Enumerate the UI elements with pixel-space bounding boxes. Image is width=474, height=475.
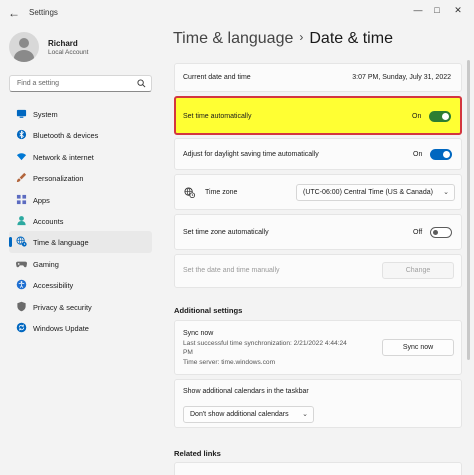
search-icon	[137, 79, 146, 88]
change-button[interactable]: Change	[382, 262, 454, 279]
set-time-manually-label: Set the date and time manually	[183, 267, 280, 274]
time-zone-value: (UTC-06:00) Central Time (US & Canada)	[303, 189, 433, 196]
search-input[interactable]: Find a setting	[9, 75, 152, 92]
avatar	[9, 32, 39, 62]
sync-icon	[16, 322, 27, 333]
sync-now-card: Sync now Last successful time synchroniz…	[174, 320, 462, 375]
time-zone-row: Time zone (UTC-06:00) Central Time (US &…	[174, 174, 462, 210]
sidebar-item-privacy-security[interactable]: Privacy & security	[9, 296, 152, 317]
globe-clock-icon	[16, 236, 27, 247]
breadcrumb-separator: ›	[299, 30, 304, 44]
minimize-icon[interactable]: —	[408, 3, 428, 17]
time-server: Time server: time.windows.com	[183, 359, 276, 366]
breadcrumb-parent[interactable]: Time & language	[173, 30, 293, 47]
sidebar-item-time-language[interactable]: Time & language	[9, 231, 152, 253]
time-zone-automatically-row[interactable]: Set time zone automatically Off	[174, 214, 462, 250]
additional-calendars-value: Don't show additional calendars	[190, 411, 289, 418]
gamepad-icon	[16, 258, 27, 269]
set-time-automatically-label: Set time automatically	[183, 113, 252, 120]
sync-last-success: Last successful time synchronization: 2/…	[183, 340, 347, 347]
maximize-icon[interactable]: □	[427, 3, 447, 17]
sidebar-item-label: Privacy & security	[33, 302, 92, 312]
window-title: Settings	[29, 8, 58, 17]
sidebar-item-label: Windows Update	[33, 323, 89, 333]
sidebar-item-bluetooth-devices[interactable]: Bluetooth & devices	[9, 124, 152, 145]
sidebar-item-label: Personalization	[33, 174, 84, 184]
globe-clock-icon	[184, 187, 195, 198]
set-time-automatically-row[interactable]: Set time automatically On	[174, 96, 462, 135]
daylight-saving-label: Adjust for daylight saving time automati…	[183, 151, 319, 158]
additional-calendars-card: Show additional calendars in the taskbar…	[174, 379, 462, 428]
chevron-down-icon: ⌄	[302, 411, 308, 418]
sync-now-title: Sync now	[183, 330, 214, 337]
current-date-time-value: 3:07 PM, Sunday, July 31, 2022	[352, 74, 451, 81]
set-time-manually-row: Set the date and time manually Change	[174, 254, 462, 288]
sync-now-button[interactable]: Sync now	[382, 339, 454, 356]
time-zone-label: Time zone	[205, 189, 238, 196]
monitor-icon	[16, 108, 27, 119]
title-bar: ← Settings — □ ✕	[0, 0, 474, 26]
page-title: Date & time	[309, 30, 393, 47]
sidebar-item-network-internet[interactable]: Network & internet	[9, 146, 152, 167]
chevron-down-icon: ⌄	[443, 189, 449, 196]
back-arrow-icon[interactable]: ←	[6, 5, 22, 21]
sidebar-item-windows-update[interactable]: Windows Update	[9, 317, 152, 338]
time-zone-automatically-label: Set time zone automatically	[183, 229, 269, 236]
sidebar-item-label: Accessibility	[33, 281, 74, 291]
close-icon[interactable]: ✕	[448, 3, 468, 17]
search-placeholder: Find a setting	[17, 80, 60, 87]
current-date-time-label: Current date and time	[183, 74, 251, 81]
person-icon	[16, 215, 27, 226]
apps-icon	[16, 194, 27, 205]
daylight-saving-row[interactable]: Adjust for daylight saving time automati…	[174, 138, 462, 170]
current-date-time-card: Current date and time 3:07 PM, Sunday, J…	[174, 63, 462, 92]
accessibility-icon	[16, 279, 27, 290]
user-account-type: Local Account	[48, 49, 89, 56]
bluetooth-icon	[16, 129, 27, 140]
sidebar-item-label: Time & language	[33, 238, 89, 248]
related-links-heading: Related links	[174, 449, 221, 458]
brush-icon	[16, 172, 27, 183]
set-time-automatically-toggle[interactable]	[429, 111, 451, 122]
sidebar-item-label: Apps	[33, 195, 50, 205]
time-zone-dropdown[interactable]: (UTC-06:00) Central Time (US & Canada) ⌄	[296, 184, 455, 201]
time-zone-automatically-state: Off	[413, 229, 423, 236]
additional-calendars-dropdown[interactable]: Don't show additional calendars ⌄	[183, 406, 314, 423]
sidebar-item-apps[interactable]: Apps	[9, 189, 152, 210]
sidebar-item-label: Gaming	[33, 259, 59, 269]
sync-last-success-cont: PM	[183, 349, 193, 356]
time-zone-automatically-toggle[interactable]	[430, 227, 452, 238]
user-name: Richard	[48, 39, 78, 48]
sidebar-item-system[interactable]: System	[9, 103, 152, 124]
shield-icon	[16, 301, 27, 312]
sidebar-item-accessibility[interactable]: Accessibility	[9, 274, 152, 295]
sidebar-item-label: Network & internet	[33, 152, 94, 162]
sidebar-item-personalization[interactable]: Personalization	[9, 167, 152, 188]
sidebar-nav: System Bluetooth & devices Network & inter…	[9, 103, 152, 338]
additional-settings-heading: Additional settings	[174, 306, 243, 315]
set-time-automatically-state: On	[412, 113, 422, 120]
scrollbar[interactable]	[467, 60, 470, 360]
related-links-card	[174, 462, 462, 475]
sidebar-item-gaming[interactable]: Gaming	[9, 253, 152, 274]
sidebar-item-accounts[interactable]: Accounts	[9, 210, 152, 231]
breadcrumb: Time & language › Date & time	[173, 30, 393, 48]
wifi-icon	[16, 151, 27, 162]
daylight-saving-state: On	[413, 151, 423, 158]
daylight-saving-toggle[interactable]	[430, 149, 452, 160]
sidebar-item-label: Accounts	[33, 216, 64, 226]
sidebar-item-label: Bluetooth & devices	[33, 131, 99, 141]
sidebar-item-label: System	[33, 110, 58, 119]
additional-calendars-label: Show additional calendars in the taskbar	[183, 388, 309, 395]
